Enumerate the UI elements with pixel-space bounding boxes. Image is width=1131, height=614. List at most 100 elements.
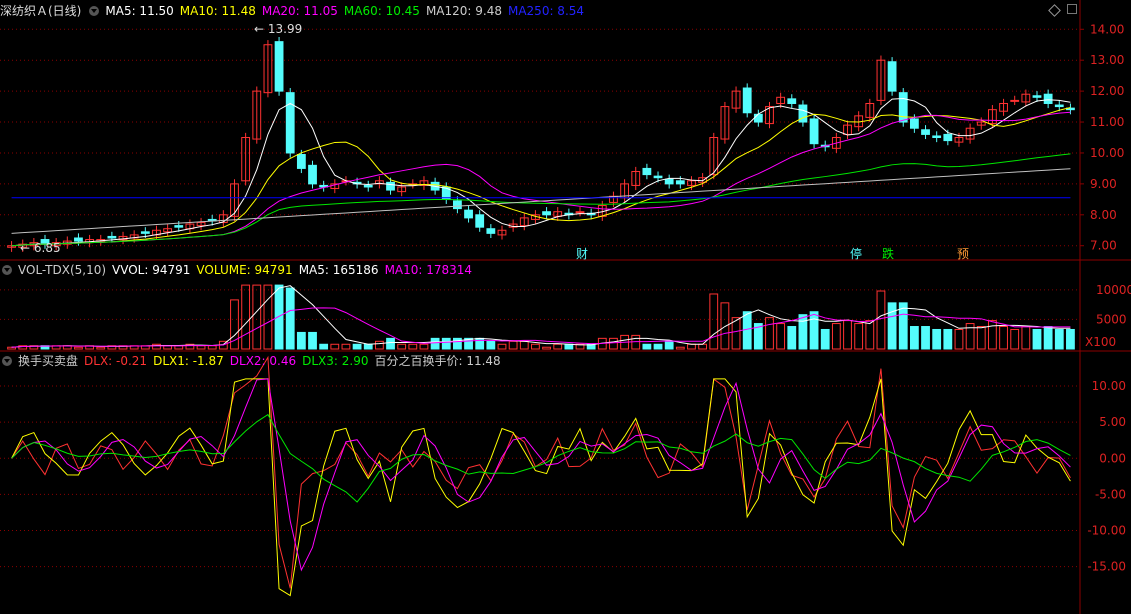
price-tick-label: 14.00	[1090, 22, 1124, 36]
candle-body	[542, 211, 551, 216]
volume-bar	[531, 343, 540, 350]
indicator-header: 换手买卖盘 DLX: -0.21 DLX1: -1.87 DLX2: 0.46 DLX3…	[0, 353, 507, 369]
volume-bar	[252, 284, 262, 350]
stock-title[interactable]: 深纺织Ａ(日线)	[0, 4, 81, 18]
volume-bar	[341, 343, 351, 350]
volume-bar	[1054, 328, 1064, 350]
ma5-label: MA5: 11.50	[105, 4, 174, 18]
high-annotation: ← 13.99	[254, 22, 302, 36]
volume-bar	[898, 302, 908, 350]
dlx-line	[11, 355, 1071, 589]
volume-bar	[397, 343, 407, 350]
vol-ma10-label: MA10: 178314	[384, 263, 473, 277]
ind-dropdown-icon[interactable]	[2, 355, 12, 366]
chart-canvas: 14.00 13.00 12.00 11.00 10.00 9.00 8.00 7.00 ← 1…	[0, 0, 1131, 614]
dropdown-icon[interactable]	[89, 5, 100, 16]
ind-tick-label: 5.00	[1099, 415, 1126, 429]
volume-bar	[954, 328, 964, 350]
candle-body	[464, 209, 473, 219]
vol-title[interactable]: VOL-TDX(5,10)	[18, 263, 106, 277]
price-tick-label: 9.00	[1090, 177, 1117, 191]
volume-bar	[542, 346, 551, 350]
candle-body	[932, 135, 942, 139]
dlx1-label: DLX1: -1.87	[153, 354, 224, 368]
volume-bar	[1010, 328, 1020, 350]
volume-bar	[207, 345, 217, 350]
volume-bar	[308, 331, 317, 350]
candle-body	[1010, 99, 1020, 102]
volume-bar	[932, 328, 942, 350]
volume-bar	[709, 293, 719, 350]
volume-bar	[909, 326, 919, 350]
volume-header: VOL-TDX(5,10) VVOL: 94791 VOLUME: 94791 MA5…	[0, 262, 478, 278]
vol-ma5-label: MA5: 165186	[298, 263, 379, 277]
dlx2-label: DLX2: 0.46	[229, 354, 297, 368]
volume-bar	[374, 340, 384, 350]
volume-bar	[642, 343, 652, 350]
price-tick-label: 8.00	[1090, 208, 1117, 222]
volume-bar	[675, 346, 685, 350]
candle-body	[787, 98, 797, 104]
candle-body	[909, 118, 919, 129]
candle-body	[1054, 104, 1064, 108]
volume-bar	[319, 343, 329, 350]
volume-bar	[1066, 328, 1075, 350]
volume-bar	[441, 337, 451, 350]
event-mark: 跌	[882, 246, 894, 261]
ind-tick-label: -15.00	[1087, 560, 1126, 574]
ma20-line	[11, 111, 1071, 247]
ma60-label: MA60: 10.45	[343, 4, 420, 18]
volume-bar	[787, 326, 797, 350]
volume-bar	[698, 343, 708, 350]
window-toggle-icon[interactable]	[1067, 4, 1077, 14]
volume-bar	[809, 311, 819, 350]
candle-body	[296, 154, 306, 169]
vvol-label: VVOL: 94791	[112, 263, 191, 277]
volume-bar	[1043, 326, 1053, 350]
ind-tick-label: -10.00	[1087, 524, 1126, 538]
volume-bar	[430, 337, 440, 350]
price-tick-label: 12.00	[1090, 84, 1124, 98]
volume-bar	[854, 323, 864, 350]
vol-tick-label: 5000	[1096, 312, 1127, 326]
ind-tick-label: -5.00	[1095, 487, 1126, 501]
volume-bar	[720, 302, 730, 350]
candle-body	[742, 87, 752, 114]
volume-bar	[196, 345, 206, 350]
dlx2-line	[11, 378, 1071, 572]
volume-bar	[921, 326, 930, 350]
price-tick-label: 10.00	[1090, 146, 1124, 160]
candle-body	[943, 133, 953, 142]
vol-dropdown-icon[interactable]	[2, 264, 12, 275]
vol-tick-label: 10000	[1096, 283, 1131, 297]
vol-unit-label: X100	[1085, 335, 1116, 349]
candle-body	[174, 225, 184, 228]
volume-bar	[363, 343, 373, 350]
candle-body	[475, 214, 485, 228]
volume-bar	[519, 340, 529, 350]
ma120-line	[11, 168, 1071, 234]
candle-body	[809, 118, 819, 145]
event-mark: 停	[850, 246, 862, 261]
candle-body	[664, 178, 674, 185]
volume-bar	[776, 323, 786, 350]
ind-title[interactable]: 换手买卖盘	[18, 354, 78, 368]
volume-bar	[508, 340, 518, 350]
candle-body	[921, 129, 930, 135]
volume-bar	[765, 317, 774, 350]
volume-bar	[1032, 328, 1042, 350]
volume-bar	[386, 337, 395, 350]
ma250-label: MA250: 8.54	[507, 4, 585, 18]
candle-body	[107, 235, 117, 239]
ma20-label: MA20: 11.05	[261, 4, 338, 18]
candle-body	[285, 92, 295, 154]
volume-bar	[976, 326, 986, 350]
candle-body	[453, 200, 462, 210]
price-tick-label: 11.00	[1090, 115, 1124, 129]
volume-bar	[241, 284, 251, 350]
candle-body	[1032, 95, 1042, 98]
candle-body	[753, 113, 763, 123]
volume-bar	[263, 284, 273, 350]
volume-bar	[653, 343, 663, 350]
ind-tick-label: 0.00	[1099, 451, 1126, 465]
